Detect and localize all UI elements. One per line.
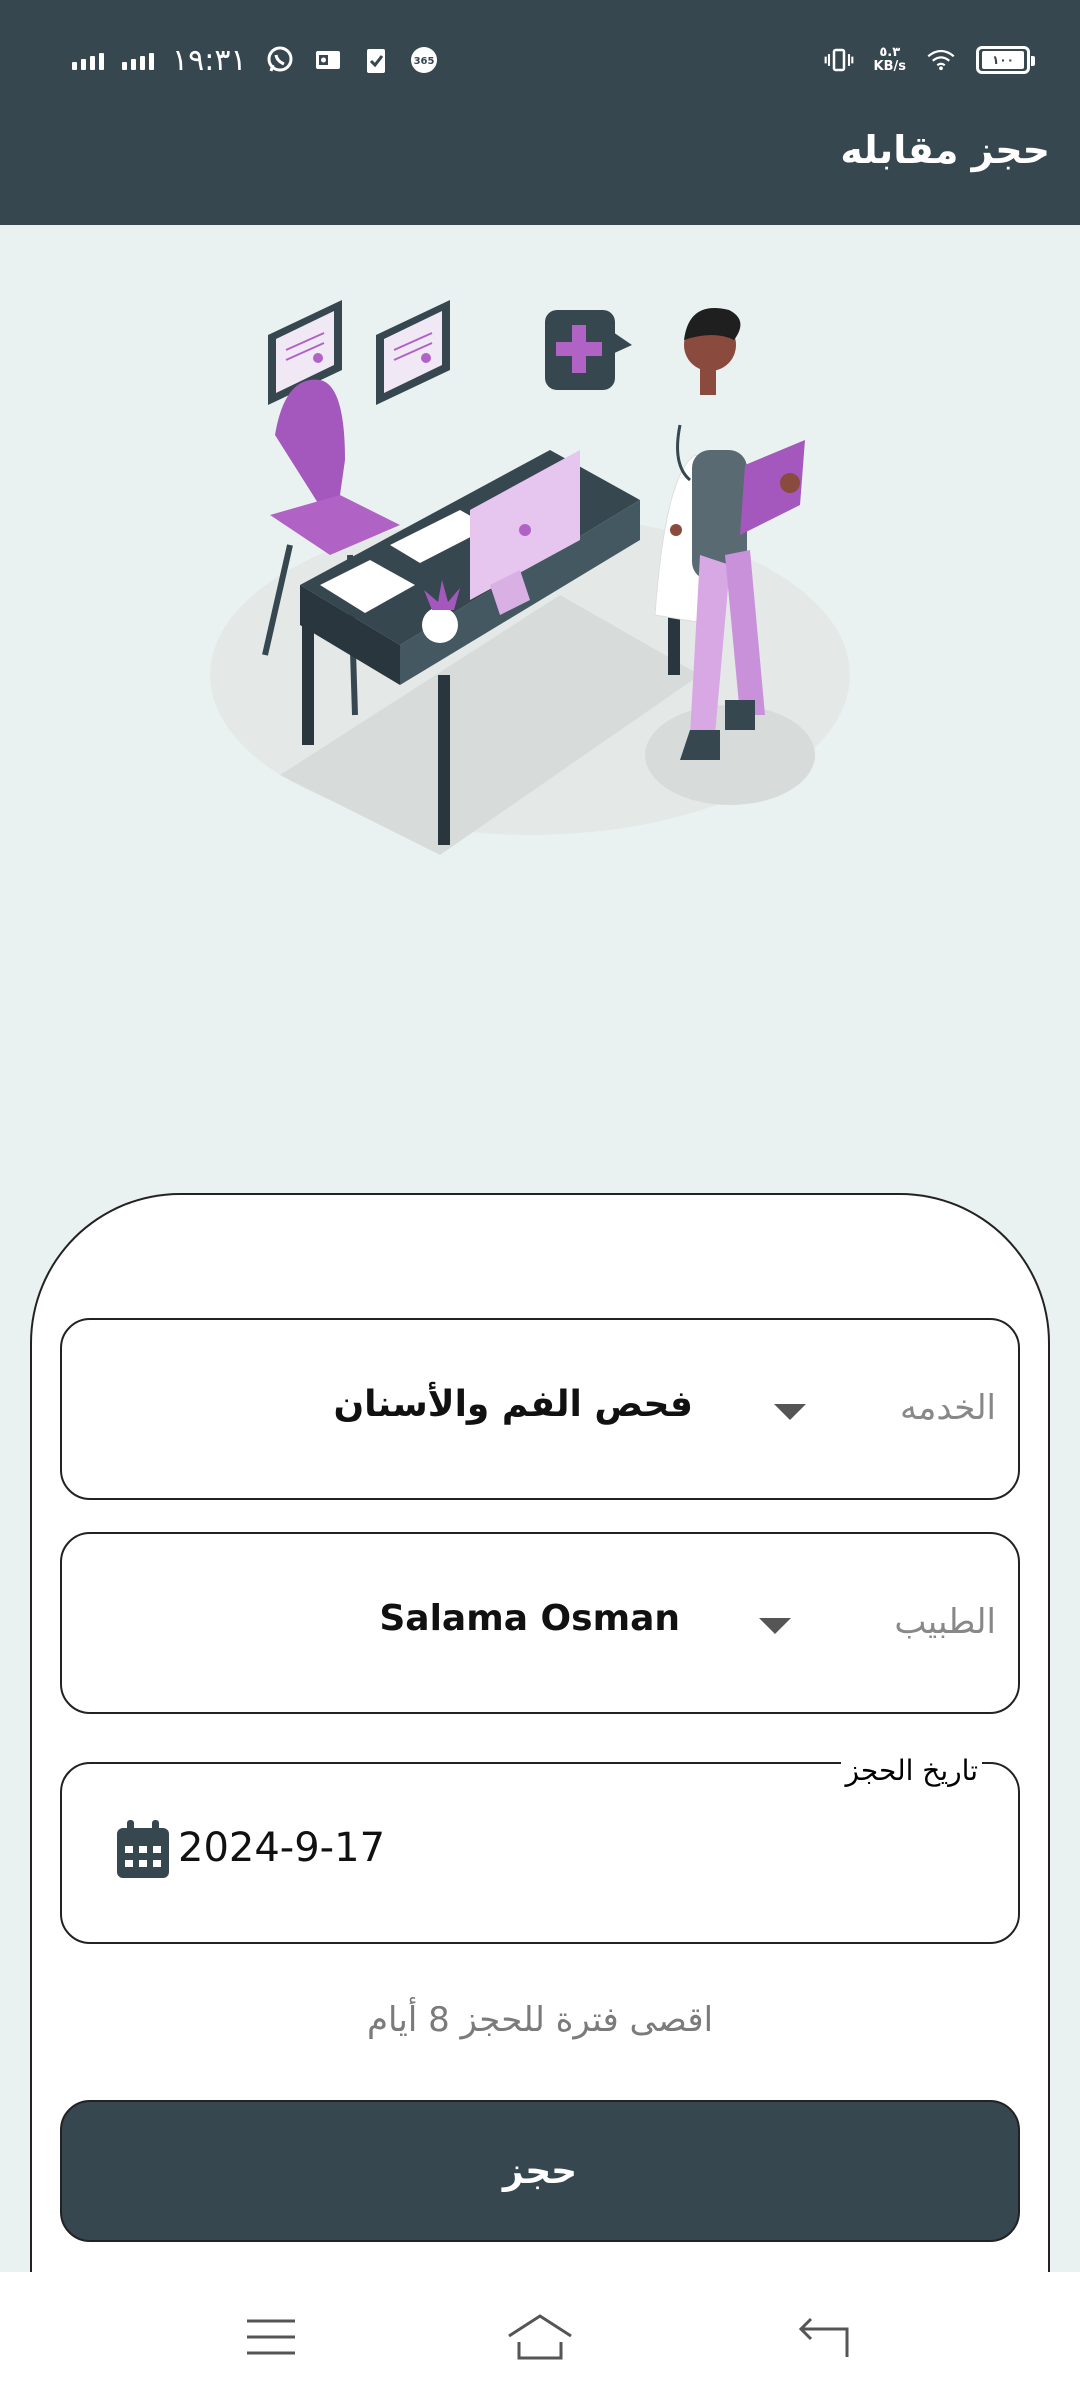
task-icon [361,45,391,75]
medical-cross-icon [545,310,632,390]
status-right: ٥.٣ KB/s ١٠٠ [824,38,1035,82]
vibrate-icon [824,45,854,75]
calendar-icon[interactable] [115,1820,171,1880]
chevron-down-icon[interactable] [759,1618,791,1634]
network-speed-unit: KB/s [873,59,906,74]
network-speed: ٥.٣ KB/s [874,46,906,74]
network-speed-value: ٥.٣ [879,45,901,60]
home-icon[interactable] [505,2302,575,2372]
service-label: الخدمه [899,1388,996,1428]
battery-level: ١٠٠ [982,51,1024,69]
whatsapp-icon [265,45,295,75]
service-dropdown[interactable]: الخدمه فحص الفم والأسنان [60,1318,1020,1500]
certificate-icon [376,300,450,405]
doctor-dropdown[interactable]: الطبيب Salama Osman [60,1532,1020,1714]
page-title: حجز مقابله [840,128,1050,172]
status-left: ١٩:٣١ 365 [72,38,439,82]
svg-text:365: 365 [413,56,434,67]
service-value: فحص الفم والأسنان [333,1384,693,1425]
signal-icon [72,50,104,70]
signal-icon [122,50,154,70]
outlook-icon [313,45,343,75]
status-time: ١٩:٣١ [172,42,247,78]
chevron-down-icon[interactable] [774,1404,806,1420]
doctor-icon [645,308,815,805]
date-label: تاريخ الحجز [841,1754,982,1787]
battery-icon: ١٠٠ [976,46,1035,74]
doctor-label: الطبيب [894,1602,996,1642]
status-bar: ١٩:٣١ 365 ٥.٣ KB/s ١٠٠ [0,0,1080,120]
doctor-office-illustration [210,300,850,855]
book-button[interactable]: حجز [60,2100,1020,2242]
back-icon[interactable] [788,2302,858,2372]
doctor-value: Salama Osman [379,1598,680,1639]
menu-icon[interactable] [236,2302,306,2372]
app-365-icon: 365 [409,45,439,75]
date-value[interactable]: 2024-9-17 [178,1825,385,1871]
navigation-bar [0,2272,1080,2400]
wifi-icon [926,45,956,75]
booking-note: اقصى فترة للحجز 8 أيام [366,2000,714,2040]
app-bar: ١٩:٣١ 365 ٥.٣ KB/s ١٠٠ حجز مقابله [0,0,1080,225]
